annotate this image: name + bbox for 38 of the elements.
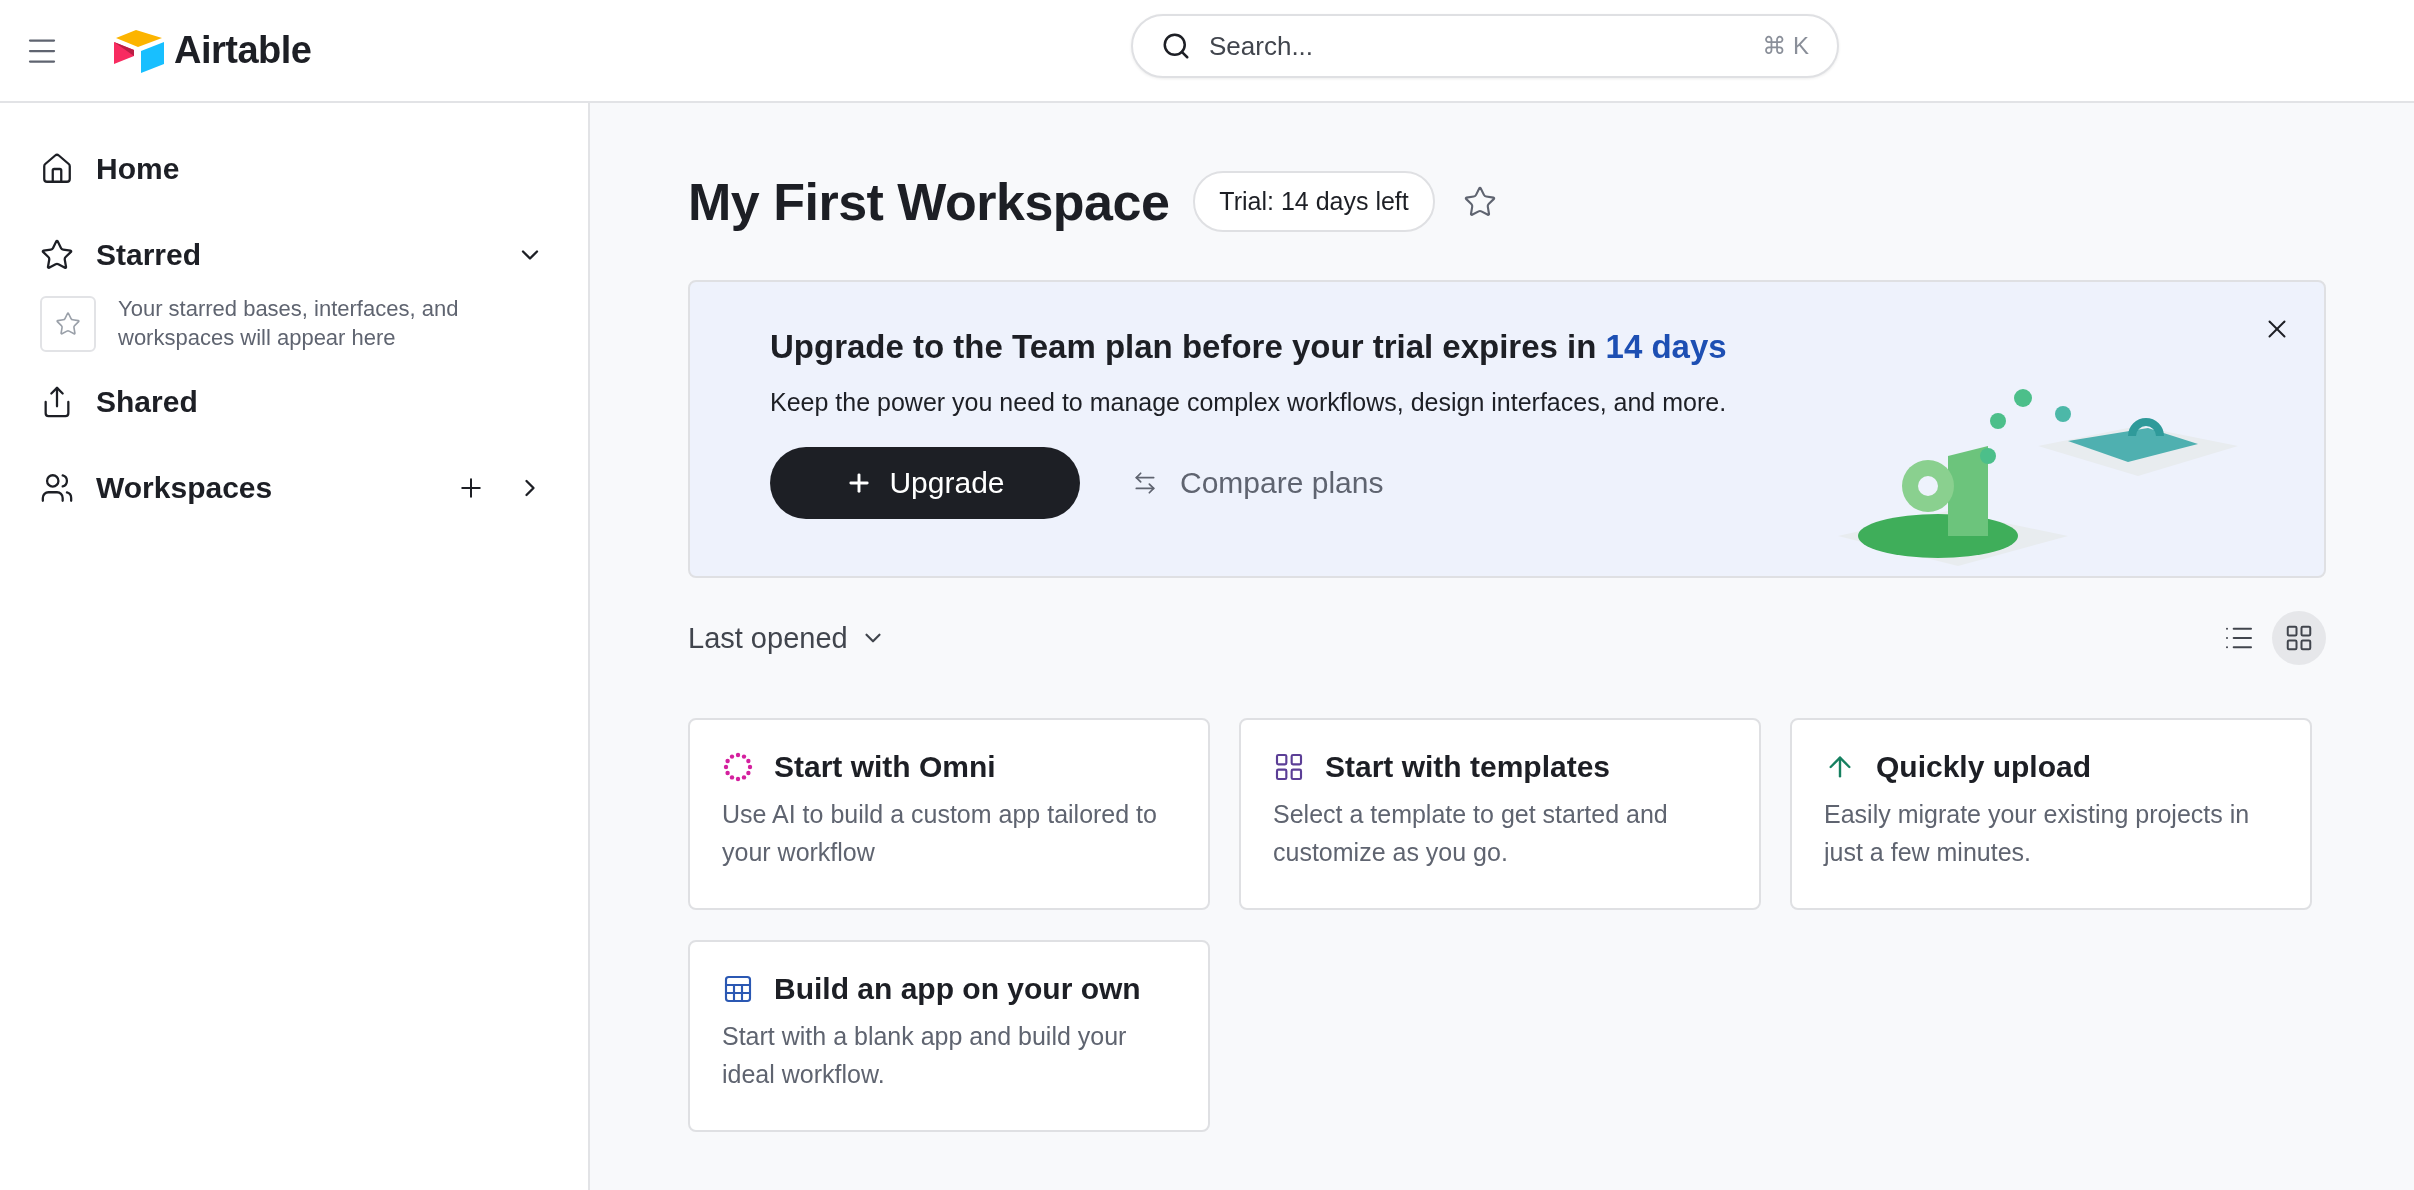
start-option-card[interactable]: Build an app on your own Start with a blank app and build your ideal workflow. (688, 940, 1210, 1132)
card-title: Quickly upload (1876, 750, 2092, 784)
card-title: Build an app on your own (774, 972, 1141, 1006)
banner-text: Keep the power you need to manage complex workflows, design interfaces, and more. (770, 388, 1727, 417)
start-option-card[interactable]: Start with templates Select a template to get started and customize as you go. (1239, 718, 1761, 910)
card-description: Easily migrate your existing projects in just a few minutes. (1824, 799, 2251, 868)
card-description: Select a template to get started and customize as you go. (1273, 799, 1669, 868)
sidebar-item[interactable]: Starred (96, 238, 490, 272)
sidebar-item[interactable]: Workspaces (96, 471, 430, 506)
grid-view-button[interactable] (2272, 611, 2326, 665)
upgrade-button[interactable]: Upgrade (770, 447, 1080, 519)
trial-badge: Trial: 14 days left (1193, 171, 1435, 232)
logo-text: Airtable (174, 29, 312, 72)
star-placeholder (40, 295, 96, 352)
search-icon (1161, 31, 1191, 61)
start-option-card[interactable]: Start with Omni Use AI to build a custom app tailored to your workflow (688, 718, 1210, 910)
swap-arrows-icon (1132, 470, 1158, 496)
workspace-title: My First Workspace (688, 171, 1170, 232)
star-icon (40, 238, 74, 272)
card-title: Start with Omni (774, 750, 996, 784)
card-description: Start with a blank app and build your ideal workflow. (722, 1021, 1128, 1090)
card-description: Use AI to build a custom app tailored to your workflow (722, 799, 1158, 868)
sidebar-item[interactable]: Shared (96, 385, 548, 420)
starred-empty-text: Your starred bases, interfaces, and workspaces will appear here (118, 295, 460, 352)
sort-dropdown[interactable]: Last opened (688, 621, 886, 655)
table-icon (722, 973, 754, 1005)
start-option-card[interactable]: Quickly upload Easily migrate your existing projects in just a few minutes. (1790, 718, 2312, 910)
grid-icon (1273, 751, 1305, 783)
banner-title: Upgrade to the Team plan before your trial expires in 14 days (770, 328, 1727, 366)
keyboard-shortcut: ⌘ K (1762, 32, 1809, 60)
grid-icon (2284, 623, 2314, 653)
search-field[interactable]: Search... (1207, 29, 1747, 63)
sidebar-item[interactable]: Home (96, 152, 548, 186)
home-icon (40, 152, 74, 186)
card-title: Start with templates (1325, 750, 1611, 784)
logo-icon (112, 27, 166, 74)
compare-plans-button[interactable]: Compare plans (1126, 465, 1390, 501)
dotted-ring-icon (722, 751, 754, 783)
